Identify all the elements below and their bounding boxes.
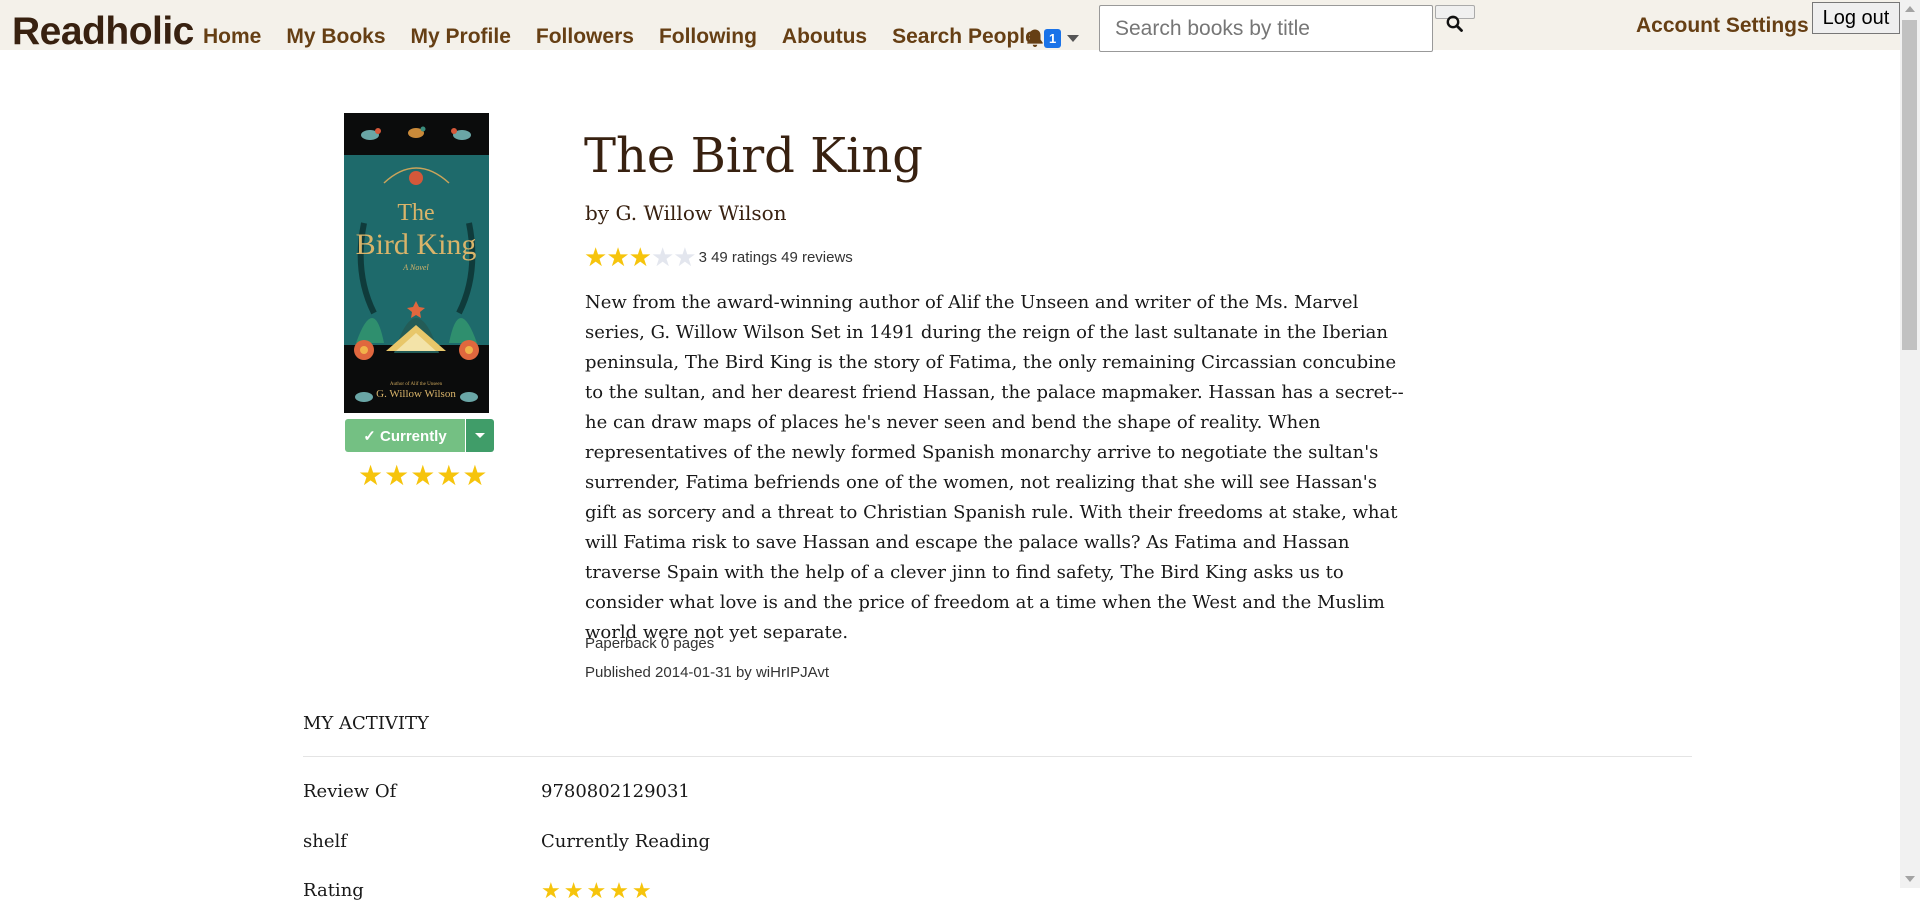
book-cover: The Bird King A Novel Author of Alif the… [344, 113, 489, 413]
svg-text:G. Willow Wilson: G. Willow Wilson [376, 388, 456, 400]
book-published: Published 2014-01-31 by wiHrIPJAvt [585, 664, 830, 681]
nav-search-people[interactable]: Search People [892, 26, 1037, 47]
nav-aboutus[interactable]: Aboutus [782, 26, 867, 47]
nav-followers[interactable]: Followers [536, 26, 634, 47]
svg-text:The: The [397, 200, 434, 226]
chevron-down-icon [1067, 34, 1080, 42]
search-input[interactable] [1099, 5, 1433, 52]
star-filled-icon: ★ [628, 242, 652, 272]
book-author: by G. Willow Wilson [585, 201, 787, 225]
search-icon[interactable] [1446, 15, 1463, 32]
book-description: New from the award-winning author of Ali… [585, 292, 1404, 643]
shelf-status-button[interactable]: ✓ Currently [345, 419, 465, 452]
activity-label-rating: Rating [303, 880, 364, 901]
scroll-up-arrow-icon[interactable] [1905, 6, 1915, 12]
star-filled-icon: ★ [606, 242, 629, 272]
nav-my-profile[interactable]: My Profile [411, 26, 511, 47]
notifications-dropdown[interactable]: 1 [1026, 28, 1080, 48]
shelf-dropdown-toggle[interactable] [466, 419, 494, 452]
scroll-thumb[interactable] [1902, 20, 1917, 350]
scroll-down-arrow-icon[interactable] [1905, 876, 1915, 882]
rating-summary: ★★★★★ 3 49 ratings 49 reviews [584, 244, 853, 270]
book-title: The Bird King [584, 128, 923, 184]
activity-label-shelf: shelf [303, 831, 347, 852]
nav-my-books[interactable]: My Books [286, 26, 385, 47]
activity-value-rating: ★★★★★ [541, 878, 655, 903]
rating-count: 3 49 ratings 49 reviews [698, 248, 853, 266]
average-rating-stars: ★★★★★ [584, 242, 697, 272]
activity-value-shelf: Currently Reading [541, 831, 711, 852]
svg-text:Author of Alif the Unseen: Author of Alif the Unseen [390, 382, 443, 387]
nav-home[interactable]: Home [203, 26, 261, 47]
brand-logo[interactable]: Readholic [12, 12, 194, 51]
svg-text:Bird King: Bird King [356, 228, 477, 261]
user-rating-stars[interactable]: ★★★★★ [358, 462, 489, 490]
logout-button[interactable]: Log out [1812, 2, 1900, 34]
bell-icon [1027, 29, 1043, 47]
svg-text:A Novel: A Novel [402, 263, 429, 272]
activity-divider [303, 756, 1692, 757]
account-settings-link[interactable]: Account Settings [1636, 14, 1809, 38]
nav-following[interactable]: Following [659, 26, 757, 47]
activity-label-review: Review Of [303, 781, 397, 802]
scrollbar[interactable] [1900, 0, 1920, 888]
activity-heading: MY ACTIVITY [303, 713, 429, 734]
nav-links: Home My Books My Profile Followers Follo… [203, 26, 1062, 47]
activity-value-review: 9780802129031 [541, 781, 690, 802]
notification-badge: 1 [1044, 28, 1062, 48]
star-empty-icon: ★ [673, 242, 696, 272]
star-filled-icon: ★ [584, 242, 607, 272]
caret-down-icon [475, 433, 485, 438]
book-format: Paperback 0 pages [585, 635, 715, 652]
navbar: Readholic Home My Books My Profile Follo… [0, 0, 1900, 52]
star-empty-icon: ★ [650, 242, 674, 272]
shelf-button-group: ✓ Currently [345, 419, 494, 452]
